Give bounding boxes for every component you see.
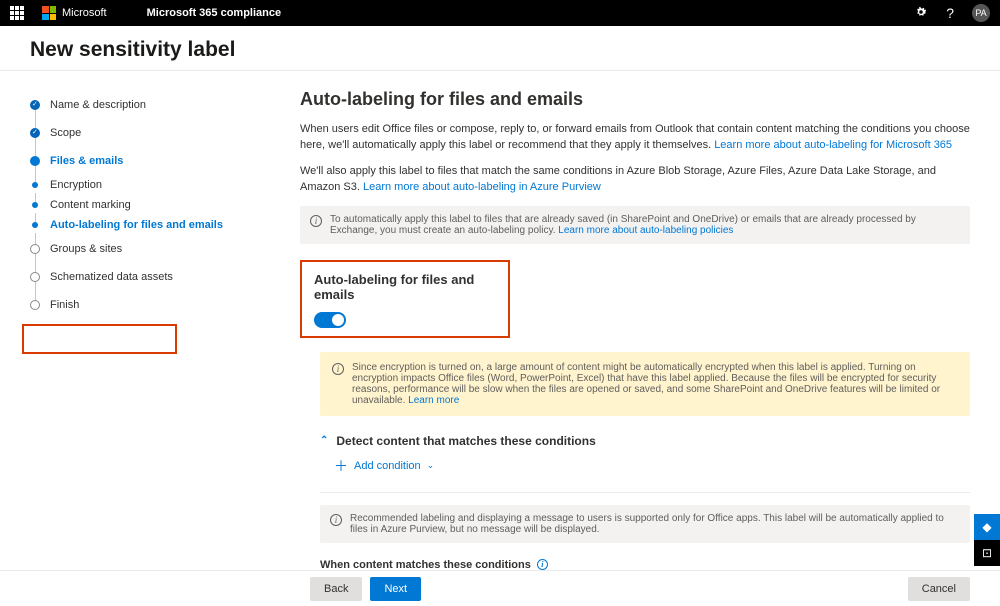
autolabel-toggle[interactable]: [314, 312, 346, 328]
step-icon: [32, 182, 38, 188]
callout-highlight: [22, 324, 177, 354]
nav-step-finish[interactable]: Finish: [30, 291, 270, 319]
learn-more-link[interactable]: Learn more about auto-labeling for Micro…: [714, 139, 952, 151]
info-icon[interactable]: i: [537, 559, 548, 570]
step-icon: [30, 244, 40, 254]
learn-more-link[interactable]: Learn more: [408, 395, 459, 406]
chat-icon[interactable]: ⊡: [974, 540, 1000, 566]
info-banner: i Recommended labeling and displaying a …: [320, 505, 970, 543]
chevron-up-icon: ⌃: [320, 435, 328, 446]
learn-more-link[interactable]: Learn more about auto-labeling policies: [558, 225, 733, 236]
conditions-section-header[interactable]: ⌃ Detect content that matches these cond…: [320, 434, 970, 448]
microsoft-logo: Microsoft: [42, 6, 107, 20]
learn-more-link[interactable]: Learn more about auto-labeling in Azure …: [363, 181, 601, 193]
cancel-button[interactable]: Cancel: [908, 577, 970, 601]
toggle-label: Auto-labeling for files and emails: [314, 272, 496, 302]
main-content: Auto-labeling for files and emails When …: [280, 71, 1000, 573]
plus-icon: ＋: [334, 456, 348, 476]
help-icon[interactable]: ?: [946, 5, 954, 21]
nav-step-content-marking[interactable]: Content marking: [30, 195, 270, 215]
description-text: When users edit Office files or compose,…: [300, 122, 970, 154]
settings-icon[interactable]: [914, 5, 928, 22]
wizard-footer: Back Next Cancel: [0, 570, 1000, 606]
nav-step-scope[interactable]: Scope: [30, 119, 270, 147]
step-icon: [32, 222, 38, 228]
feedback-side-tabs: ◆ ⊡: [974, 514, 1000, 566]
callout-highlight: Auto-labeling for files and emails: [300, 260, 510, 338]
info-banner: i To automatically apply this label to f…: [300, 206, 970, 244]
back-button[interactable]: Back: [310, 577, 362, 601]
step-icon: [30, 156, 40, 166]
check-icon: [30, 100, 40, 110]
step-icon: [30, 300, 40, 310]
page-title: New sensitivity label: [0, 26, 1000, 71]
chevron-down-icon: ⌄: [427, 460, 435, 471]
add-condition-button[interactable]: ＋ Add condition ⌄: [334, 456, 970, 476]
nav-step-autolabeling[interactable]: Auto-labeling for files and emails: [30, 215, 270, 235]
next-button[interactable]: Next: [370, 577, 421, 601]
info-icon: i: [310, 215, 322, 227]
user-avatar[interactable]: PA: [972, 4, 990, 22]
description-text: We'll also apply this label to files tha…: [300, 164, 970, 196]
nav-step-files-emails[interactable]: Files & emails: [30, 147, 270, 175]
feedback-icon[interactable]: ◆: [974, 514, 1000, 540]
app-launcher-icon[interactable]: [10, 6, 24, 20]
top-navbar: Microsoft Microsoft 365 compliance ? PA: [0, 0, 1000, 26]
divider: [320, 492, 970, 493]
nav-step-schematized[interactable]: Schematized data assets: [30, 263, 270, 291]
warning-banner: i Since encryption is turned on, a large…: [320, 352, 970, 416]
wizard-nav: Name & description Scope Files & emails …: [0, 71, 280, 573]
info-icon: i: [332, 363, 344, 375]
section-heading: Auto-labeling for files and emails: [300, 89, 970, 110]
action-label: When content matches these conditions i: [320, 559, 970, 571]
step-icon: [32, 202, 38, 208]
check-icon: [30, 128, 40, 138]
nav-step-groups[interactable]: Groups & sites: [30, 235, 270, 263]
nav-step-name[interactable]: Name & description: [30, 91, 270, 119]
product-name: Microsoft 365 compliance: [147, 7, 282, 19]
step-icon: [30, 272, 40, 282]
nav-step-encryption[interactable]: Encryption: [30, 175, 270, 195]
info-icon: i: [330, 514, 342, 526]
